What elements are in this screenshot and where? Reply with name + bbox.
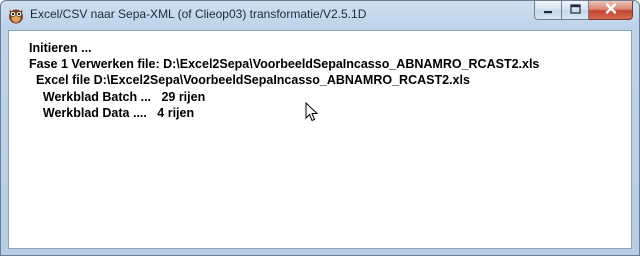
close-button[interactable] bbox=[589, 1, 633, 20]
maximize-icon bbox=[569, 1, 581, 19]
app-window: Excel/CSV naar Sepa-XML (of Clieop03) tr… bbox=[0, 0, 640, 256]
log-line-init: Initieren ... bbox=[29, 41, 92, 55]
owl-app-icon[interactable] bbox=[7, 6, 25, 24]
maximize-button[interactable] bbox=[562, 1, 589, 20]
log-line-phase: Fase 1 Verwerken file: D:\Excel2Sepa\Voo… bbox=[29, 57, 540, 71]
log-line-excel-file: Excel file D:\Excel2Sepa\VoorbeeldSepaIn… bbox=[29, 73, 470, 87]
minimize-icon bbox=[543, 1, 553, 19]
minimize-button[interactable] bbox=[534, 1, 562, 20]
title-bar[interactable]: Excel/CSV naar Sepa-XML (of Clieop03) tr… bbox=[1, 1, 639, 29]
window-title: Excel/CSV naar Sepa-XML (of Clieop03) tr… bbox=[30, 7, 367, 21]
log-line-sheet-batch: Werkblad Batch ... 29 rijen bbox=[29, 90, 206, 104]
caption-buttons bbox=[534, 1, 633, 21]
mouse-pointer-icon bbox=[305, 101, 319, 122]
log-panel: Initieren ... Fase 1 Verwerken file: D:\… bbox=[8, 30, 632, 249]
close-icon bbox=[605, 1, 617, 19]
log-line-sheet-data: Werkblad Data .... 4 rijen bbox=[29, 106, 195, 120]
